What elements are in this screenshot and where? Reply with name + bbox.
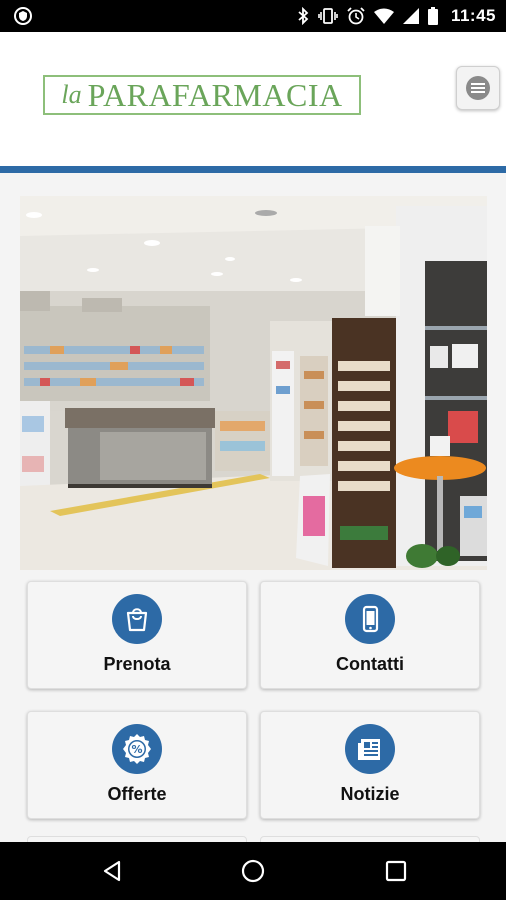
percent-badge-icon: % bbox=[112, 724, 162, 774]
newspaper-icon bbox=[345, 724, 395, 774]
smartphone-icon bbox=[345, 594, 395, 644]
offerte-label: Offerte bbox=[107, 784, 167, 804]
svg-text:%: % bbox=[131, 743, 142, 756]
back-icon[interactable] bbox=[100, 859, 124, 883]
recents-icon[interactable] bbox=[384, 859, 408, 883]
contatti-button[interactable]: Contatti bbox=[260, 581, 480, 689]
alarm-icon bbox=[347, 7, 365, 25]
bluetooth-icon bbox=[298, 7, 309, 25]
brand-logo: la PARAFARMACIA bbox=[43, 75, 361, 115]
menu-button[interactable] bbox=[456, 66, 500, 110]
signal-icon bbox=[402, 8, 419, 24]
contatti-label: Contatti bbox=[336, 654, 404, 674]
vibrate-icon bbox=[318, 8, 338, 24]
offerte-button[interactable]: % Offerte bbox=[27, 711, 247, 819]
prenota-label: Prenota bbox=[103, 654, 171, 674]
shopping-bag-icon bbox=[112, 594, 162, 644]
prenota-button[interactable]: Prenota bbox=[27, 581, 247, 689]
status-bar: 11:45 bbox=[0, 0, 506, 32]
notizie-label: Notizie bbox=[340, 784, 400, 804]
wifi-icon bbox=[373, 8, 394, 24]
home-icon[interactable] bbox=[241, 859, 265, 883]
navigation-bar bbox=[0, 842, 506, 900]
battery-icon bbox=[427, 7, 438, 25]
logo-name: PARAFARMACIA bbox=[87, 76, 343, 113]
notizie-button[interactable]: Notizie bbox=[260, 711, 480, 819]
shield-icon bbox=[14, 7, 32, 25]
clock-time: 11:45 bbox=[450, 6, 496, 25]
menu-icon bbox=[466, 76, 490, 100]
logo-prefix: la bbox=[61, 80, 82, 109]
pharmacy-interior-photo bbox=[20, 196, 487, 570]
header-divider bbox=[0, 166, 506, 173]
